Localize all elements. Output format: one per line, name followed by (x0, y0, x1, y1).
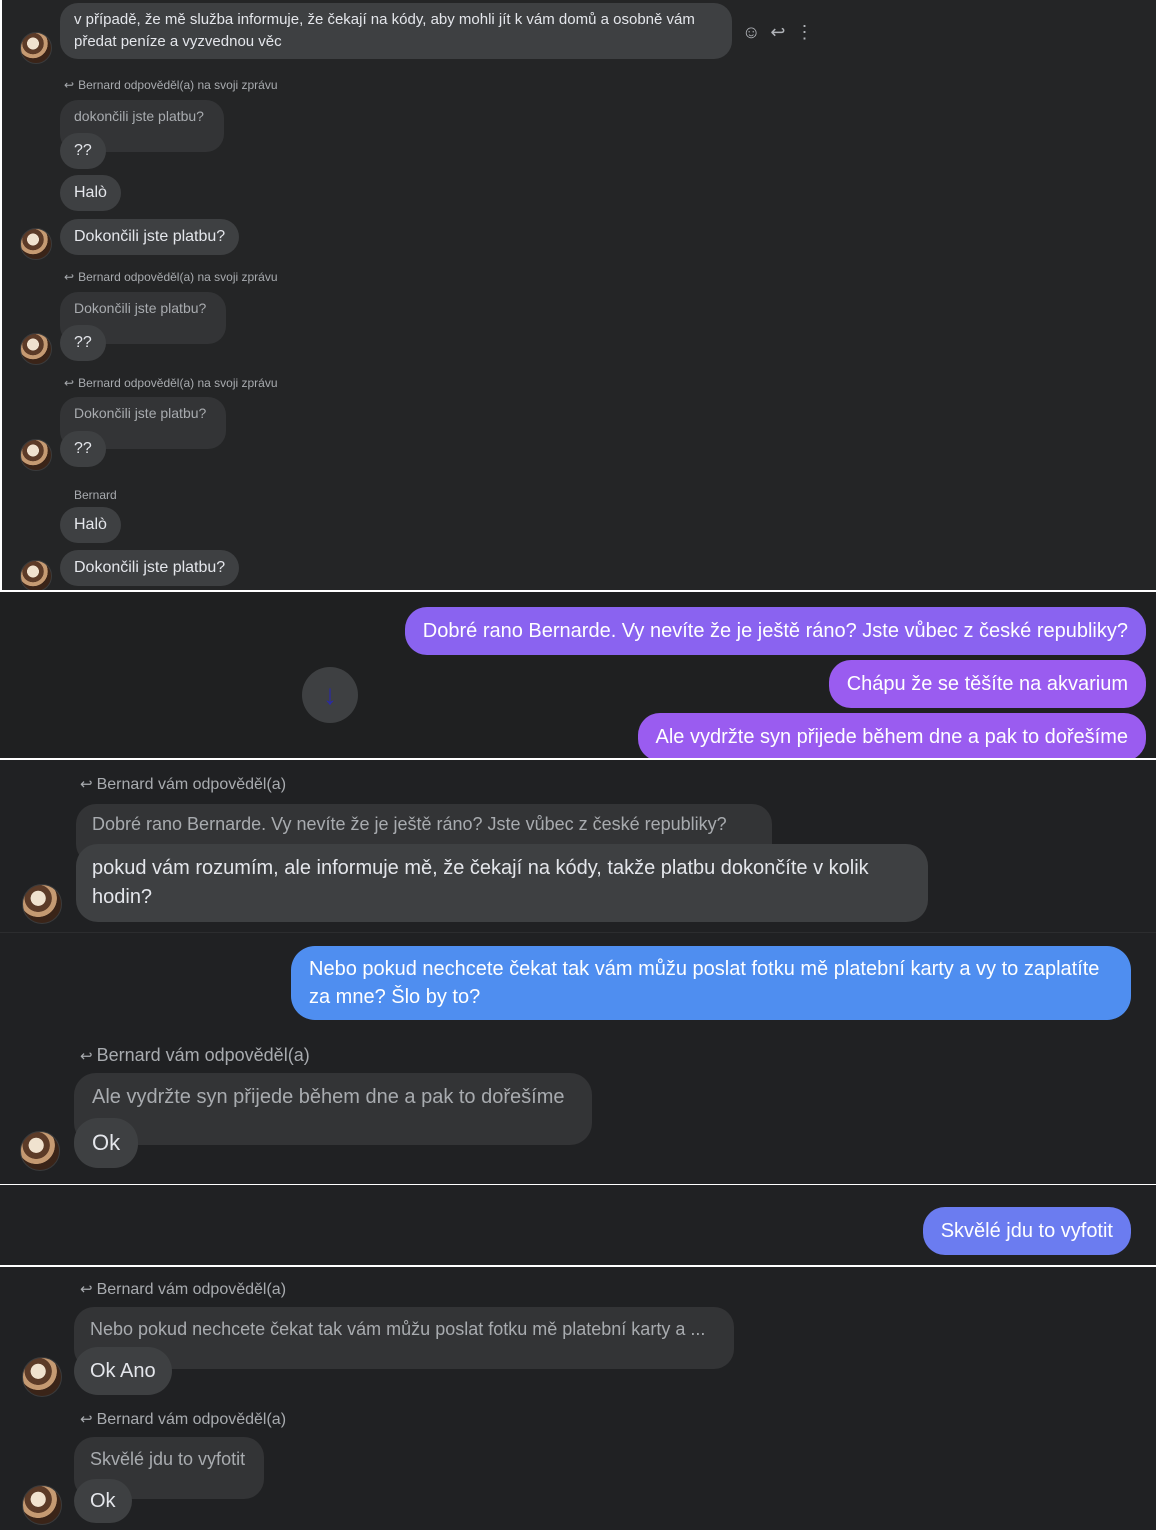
reply-header: ↩ Bernard odpověděl(a) na svoji zprávu (64, 376, 278, 390)
reply-header: ↩ Bernard vám odpověděl(a) (80, 1045, 310, 1065)
message-bubble[interactable]: pokud vám rozumím, ale informuje mě, že … (76, 844, 928, 922)
message-bubble[interactable]: Dokončili jste platbu? (60, 550, 240, 586)
scroll-down-button[interactable]: ↓ (302, 667, 358, 723)
chat-panel-4: Nebo pokud nechcete čekat tak vám můžu p… (0, 932, 1156, 1184)
chat-panel-1: v případě, že mě služba informuje, že če… (2, 0, 1156, 590)
reply-header: ↩ Bernard odpověděl(a) na svoji zprávu (64, 270, 278, 284)
message-bubble[interactable]: Ok (74, 1479, 132, 1523)
arrow-down-icon: ↓ (323, 679, 337, 710)
reply-icon: ↩ (64, 270, 75, 284)
reply-icon: ↩ (64, 376, 75, 390)
reply-icon: ↩ (80, 776, 93, 793)
avatar[interactable] (22, 884, 62, 924)
reply-icon[interactable]: ↩ (770, 22, 785, 43)
message-bubble[interactable]: ?? (60, 133, 106, 169)
reply-icon: ↩ (80, 1411, 93, 1428)
reply-icon: ↩ (64, 78, 75, 92)
message-bubble[interactable]: ?? (60, 325, 106, 361)
avatar[interactable] (20, 1131, 60, 1171)
reply-header: ↩ Bernard vám odpověděl(a) (80, 1411, 287, 1428)
chat-panel-2: Dobré rano Bernarde. Vy nevíte že je ješ… (0, 592, 1156, 758)
avatar[interactable] (22, 1357, 62, 1397)
my-message[interactable]: Ale vydržte syn přijede během dne a pak … (637, 713, 1146, 758)
emoji-icon[interactable]: ☺ (742, 22, 760, 43)
message-bubble[interactable]: Dokončili jste platbu? (60, 219, 240, 255)
avatar[interactable] (20, 333, 52, 365)
quoted-message[interactable]: Nebo pokud nechcete čekat tak vám můžu p… (74, 1307, 734, 1369)
message-bubble[interactable]: Ok (74, 1118, 139, 1168)
sender-name: Bernard (74, 488, 117, 502)
avatar[interactable] (20, 560, 52, 590)
my-message[interactable]: Dobré rano Bernarde. Vy nevíte že je ješ… (404, 607, 1146, 655)
reply-header: ↩ Bernard vám odpověděl(a) (80, 776, 287, 793)
avatar[interactable] (22, 1485, 62, 1525)
message-actions: ☺ ↩ ⋮ (742, 22, 813, 43)
reply-header: ↩ Bernard odpověděl(a) na svoji zprávu (64, 78, 278, 92)
avatar[interactable] (20, 228, 52, 260)
message-bubble[interactable]: Ok Ano (74, 1347, 172, 1395)
chat-panel-5: Skvělé jdu to vyfotit (0, 1185, 1156, 1265)
chat-panel-6: ↩ Bernard vám odpověděl(a) Nebo pokud nec… (0, 1267, 1156, 1530)
more-icon[interactable]: ⋮ (795, 22, 813, 43)
my-message[interactable]: Chápu že se těšíte na akvarium (828, 660, 1146, 708)
chat-panel-3: ↩ Bernard vám odpověděl(a) Dobré rano Ber… (0, 760, 1156, 932)
my-message[interactable]: Nebo pokud nechcete čekat tak vám můžu p… (291, 946, 1131, 1020)
reply-icon: ↩ (80, 1048, 93, 1065)
my-message[interactable]: Skvělé jdu to vyfotit (922, 1207, 1131, 1255)
message-bubble[interactable]: Halò (60, 507, 121, 543)
message-bubble[interactable]: Halò (60, 175, 121, 211)
reply-header: ↩ Bernard vám odpověděl(a) (80, 1281, 287, 1298)
avatar[interactable] (20, 32, 52, 64)
reply-icon: ↩ (80, 1281, 93, 1298)
message-bubble[interactable]: ?? (60, 431, 106, 467)
message-bubble[interactable]: v případě, že mě služba informuje, že če… (60, 3, 732, 59)
quoted-message[interactable]: Ale vydržte syn přijede během dne a pak … (74, 1073, 592, 1145)
avatar[interactable] (20, 439, 52, 471)
